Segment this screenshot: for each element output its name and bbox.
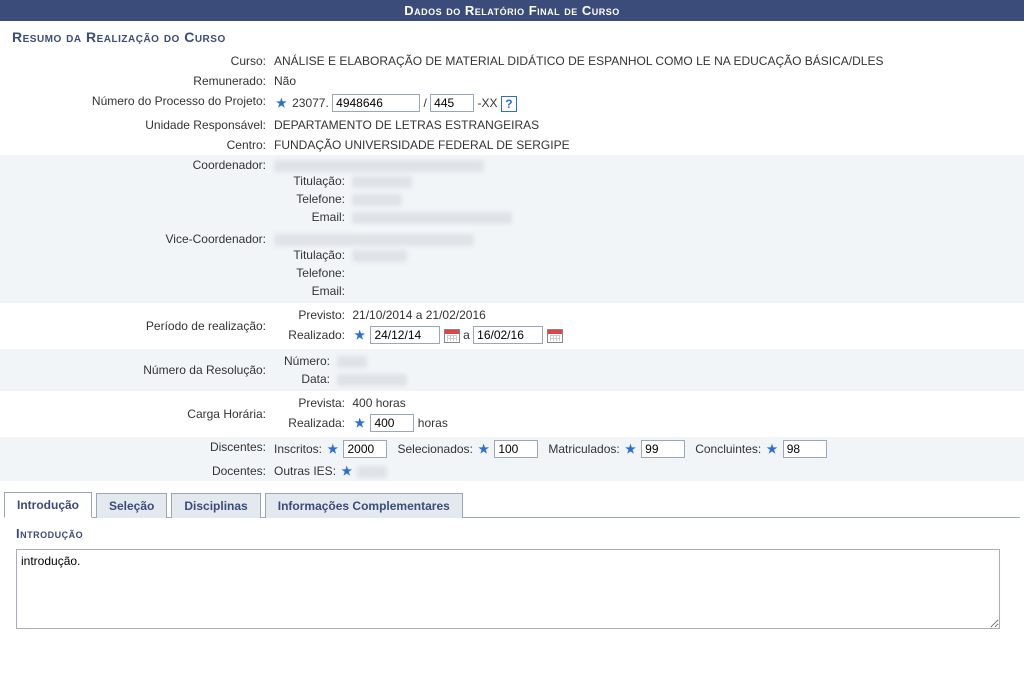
tab-info-complementares[interactable]: Informações Complementares <box>265 493 463 518</box>
label-titulacao: Titulação: <box>274 174 349 188</box>
required-star-icon: ★ <box>352 416 367 430</box>
selecionados-input[interactable] <box>494 440 538 458</box>
label-telefone-2: Telefone: <box>274 266 349 280</box>
label-resolucao-data: Data: <box>274 372 334 386</box>
label-remunerado: Remunerado: <box>0 71 270 91</box>
tab-bar: Introdução Seleção Disciplinas Informaçõ… <box>4 491 1020 518</box>
label-titulacao-2: Titulação: <box>274 248 349 262</box>
label-periodo: Período de realização: <box>0 303 270 349</box>
inscritos-input[interactable] <box>343 440 387 458</box>
periodo-previsto: 21/10/2014 a 21/02/2016 <box>352 308 485 322</box>
label-carga-prevista: Prevista: <box>274 396 349 410</box>
email-redacted: xxxxxxxxxxx <box>352 212 512 224</box>
help-icon[interactable]: ? <box>501 96 517 112</box>
label-coordenador: Coordenador: <box>0 155 270 229</box>
label-discentes: Discentes: <box>0 437 270 461</box>
label-centro: Centro: <box>0 135 270 155</box>
value-curso: ANÁLISE E ELABORAÇÃO DE MATERIAL DIDÁTIC… <box>270 51 1024 71</box>
value-unidade: DEPARTAMENTO DE LETRAS ESTRANGEIRAS <box>270 115 1024 135</box>
required-star-icon: ★ <box>623 442 638 456</box>
calendar-icon[interactable] <box>444 329 460 343</box>
label-curso: Curso: <box>0 51 270 71</box>
label-docentes: Docentes: <box>0 461 270 481</box>
carga-horas-suffix: horas <box>418 416 448 430</box>
periodo-fim-input[interactable] <box>473 326 543 344</box>
processo-num1-input[interactable] <box>332 94 420 112</box>
titulacao2-redacted: xxxxx <box>352 250 407 262</box>
resolucao-data-redacted: xxxxxxx <box>337 374 407 386</box>
tab-body-title: Introdução <box>0 518 1024 545</box>
label-email-2: Email: <box>274 284 349 298</box>
required-star-icon: ★ <box>765 442 780 456</box>
concluintes-input[interactable] <box>783 440 827 458</box>
section-title: Resumo da Realização do Curso <box>0 21 1024 51</box>
label-realizado: Realizado: <box>274 328 349 342</box>
periodo-ini-input[interactable] <box>370 326 440 344</box>
vicecoord-redacted: xxxxxxxxxxxxxx <box>274 234 474 246</box>
label-carga: Carga Horária: <box>0 391 270 437</box>
form-table: Curso: ANÁLISE E ELABORAÇÃO DE MATERIAL … <box>0 51 1024 481</box>
resolucao-num-redacted: xxx <box>337 356 367 368</box>
periodo-a: a <box>463 328 473 342</box>
processo-prefix: 23077. <box>292 96 329 110</box>
required-star-icon: ★ <box>274 96 289 110</box>
label-telefone: Telefone: <box>274 192 349 206</box>
label-selecionados: Selecionados: <box>397 442 472 456</box>
processo-num2-input[interactable] <box>430 94 474 112</box>
carga-prevista: 400 horas <box>352 396 405 410</box>
titulacao-redacted: xxxxx <box>352 176 412 188</box>
docentes-redacted: xxx <box>357 466 387 478</box>
label-outras-ies: Outras IES: <box>274 464 336 478</box>
label-processo: Número do Processo do Projeto: <box>0 91 270 115</box>
carga-realizada-input[interactable] <box>370 414 414 432</box>
tab-selecao[interactable]: Seleção <box>96 493 167 518</box>
required-star-icon: ★ <box>325 442 340 456</box>
calendar-icon[interactable] <box>547 329 563 343</box>
label-inscritos: Inscritos: <box>274 442 322 456</box>
introducao-textarea[interactable] <box>16 549 1000 629</box>
value-remunerado: Não <box>270 71 1024 91</box>
required-star-icon: ★ <box>339 464 354 478</box>
label-carga-realizada: Realizada: <box>274 416 349 430</box>
telefone-redacted: xxxxx <box>352 194 402 206</box>
processo-suffix: -XX <box>478 96 498 110</box>
required-star-icon: ★ <box>352 328 367 342</box>
label-email: Email: <box>274 210 349 224</box>
required-star-icon: ★ <box>476 442 491 456</box>
label-vicecoord: Vice-Coordenador: <box>0 229 270 303</box>
label-concluintes: Concluintes: <box>695 442 761 456</box>
tab-disciplinas[interactable]: Disciplinas <box>171 493 260 518</box>
label-unidade: Unidade Responsável: <box>0 115 270 135</box>
matriculados-input[interactable] <box>641 440 685 458</box>
panel-header: Dados do Relatório Final de Curso <box>0 0 1024 21</box>
processo-sep: / <box>424 96 431 110</box>
label-resolucao-numero: Número: <box>274 354 334 368</box>
label-matriculados: Matriculados: <box>548 442 619 456</box>
coordenador-redacted: xxxxxxxxxxxxxxx <box>274 160 484 172</box>
label-resolucao: Número da Resolução: <box>0 349 270 391</box>
label-previsto: Previsto: <box>274 308 349 322</box>
value-centro: FUNDAÇÃO UNIVERSIDADE FEDERAL DE SERGIPE <box>270 135 1024 155</box>
tab-introducao[interactable]: Introdução <box>4 492 92 518</box>
